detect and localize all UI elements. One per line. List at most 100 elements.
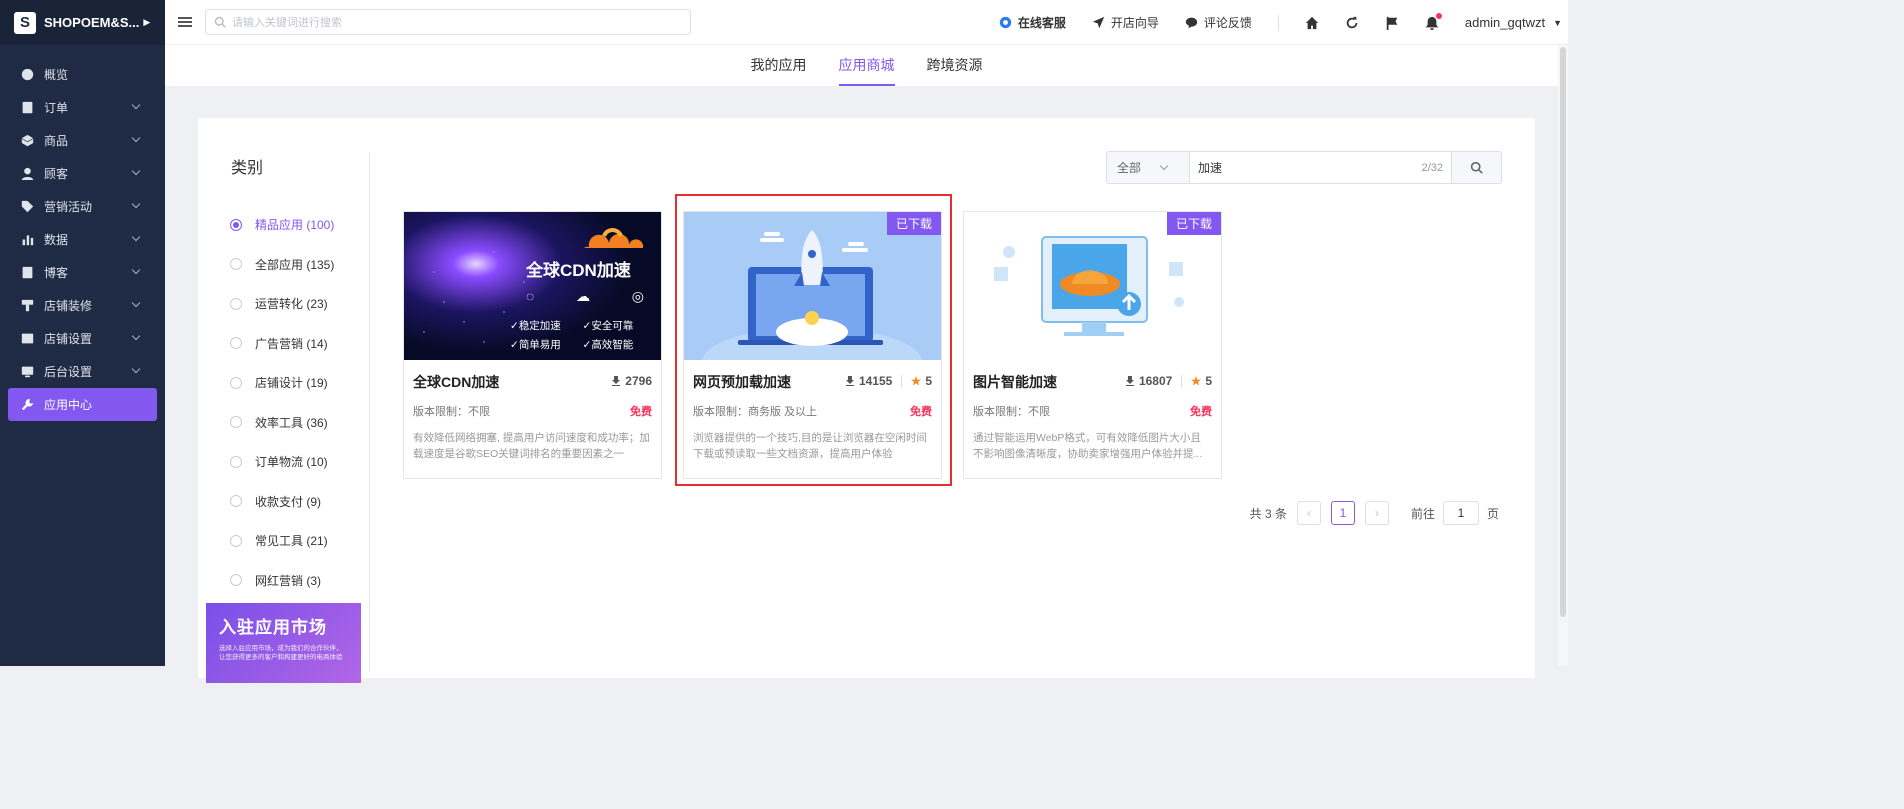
sidebar-item-customers[interactable]: 顾客: [0, 157, 165, 190]
sidebar-item-overview[interactable]: 概览: [0, 58, 165, 91]
next-page-button[interactable]: ›: [1364, 501, 1389, 525]
app-description: 通过智能运用WebP格式，可有效降低图片大小且不影响图像清晰度，协助卖家增强用户…: [973, 432, 1203, 460]
sidebar-item-store-design[interactable]: 店铺装修: [0, 289, 165, 322]
category-radio[interactable]: 订单物流 (10): [230, 442, 334, 482]
brush-icon: [20, 299, 34, 313]
sidebar-item-marketing[interactable]: 营销活动: [0, 190, 165, 223]
category-radio[interactable]: 运营转化 (23): [230, 284, 334, 324]
divider: [1277, 14, 1279, 31]
search-button[interactable]: [1452, 151, 1502, 184]
radio-icon: [230, 337, 242, 350]
bell-icon[interactable]: [1425, 12, 1442, 30]
rating-value: 5: [1205, 374, 1212, 388]
app-thumbnail: 全球CDN加速 ◌ ☁ ◎ ✓稳定加速 ✓安全可靠 ✓简单易用 ✓高效智能: [404, 212, 661, 360]
radio-icon: [230, 534, 242, 547]
sidebar-item-blog[interactable]: 博客: [0, 256, 165, 289]
radio-icon: [230, 218, 242, 231]
feature-item: ✓简单易用: [510, 339, 561, 351]
download-icon: [612, 376, 621, 386]
scope-select[interactable]: 全部: [1106, 151, 1190, 184]
goto-page-input[interactable]: 1: [1442, 501, 1479, 525]
tab-my-apps[interactable]: 我的应用: [751, 45, 807, 86]
sidebar-item-label: 博客: [44, 266, 69, 280]
flag-icon[interactable]: [1385, 16, 1399, 30]
category-radio[interactable]: 广告营销 (14): [230, 324, 334, 364]
brand-name: SHOPOEM&S...: [44, 15, 140, 30]
image-headline: 全球CDN加速: [526, 261, 631, 280]
feature-icons: ◌ ☁ ◎: [526, 288, 644, 305]
divider: [1181, 375, 1183, 387]
order-icon: [20, 101, 34, 115]
user-menu[interactable]: admin_gqtwzt: [1465, 15, 1545, 30]
chevron-down-icon: [131, 166, 141, 176]
category-radio[interactable]: 常见工具 (21): [230, 521, 334, 561]
category-radio[interactable]: 精品应用 (100): [230, 205, 334, 245]
page-scrollbar[interactable]: [1558, 45, 1568, 666]
store-icon: [20, 332, 34, 346]
category-label: 精品应用 (100): [255, 218, 335, 233]
download-count: 2796: [625, 374, 652, 388]
chevron-down-icon: [131, 133, 141, 143]
global-search-input[interactable]: 请输入关键词进行搜索: [205, 9, 691, 35]
search-icon: [214, 16, 226, 28]
menu-toggle-icon[interactable]: [178, 15, 192, 29]
join-market-banner[interactable]: 入驻应用市场 选择入驻应用市场，成为我们的合作伙伴，让您获得更多的客户和构建更好…: [206, 603, 361, 683]
sidebar-item-label: 订单: [44, 101, 69, 115]
category-radio[interactable]: 收款支付 (9): [230, 482, 334, 522]
price-label: 免费: [630, 406, 652, 418]
home-icon[interactable]: [1305, 16, 1319, 30]
blog-icon: [20, 266, 34, 280]
app-title: 全球CDN加速: [413, 374, 500, 390]
sidebar-item-store-settings[interactable]: 店铺设置: [0, 322, 165, 355]
tab-cross-border[interactable]: 跨境资源: [927, 45, 983, 86]
sidebar-item-data[interactable]: 数据: [0, 223, 165, 256]
settings-icon: [20, 365, 34, 379]
sidebar-item-products[interactable]: 商品: [0, 124, 165, 157]
sidebar-item-admin-settings[interactable]: 后台设置: [0, 355, 165, 388]
prev-page-button[interactable]: ‹: [1296, 501, 1321, 525]
version-limit: 版本限制：不限: [413, 406, 490, 418]
category-title: 类别: [231, 160, 264, 177]
sidebar-item-orders[interactable]: 订单: [0, 91, 165, 124]
brand-switcher[interactable]: S SHOPOEM&S... ▶: [0, 0, 165, 45]
caret-down-icon[interactable]: ▼: [1553, 18, 1562, 28]
category-radio[interactable]: 店铺设计 (19): [230, 363, 334, 403]
topbar: 请输入关键词进行搜索 在线客服 开店向导 评论反馈 admin_gqtwzt ▼: [165, 0, 1568, 45]
page-number[interactable]: 1: [1330, 501, 1355, 525]
chevron-right-icon: ▶: [143, 17, 151, 27]
chart-icon: [20, 233, 34, 247]
feedback-button[interactable]: 评论反馈: [1185, 14, 1252, 31]
paper-plane-icon: [1092, 16, 1105, 29]
online-service-label: 在线客服: [1017, 16, 1066, 30]
app-card[interactable]: 全球CDN加速 ◌ ☁ ◎ ✓稳定加速 ✓安全可靠 ✓简单易用 ✓高效智能 全球CD…: [403, 211, 662, 479]
category-radio[interactable]: 效率工具 (36): [230, 403, 334, 443]
tab-app-store[interactable]: 应用商城: [838, 45, 895, 86]
category-label: 店铺设计 (19): [255, 376, 328, 391]
dashboard-icon: [20, 68, 34, 82]
sidebar-item-label: 营销活动: [44, 200, 93, 214]
app-search: 全部 加速 2/32: [1106, 151, 1502, 184]
app-title: 图片智能加速: [973, 374, 1057, 390]
app-card[interactable]: 已下载 图片智能加速 16807 5 版本限制：不限 免费 通过智能运用WebP…: [963, 211, 1222, 479]
sidebar: S SHOPOEM&S... ▶ 概览 订单 商品 顾客 营销活动 数据 博客 …: [0, 0, 165, 666]
category-radio[interactable]: 网红营销 (3): [230, 561, 334, 601]
radio-icon: [230, 297, 242, 310]
refresh-icon[interactable]: [1345, 16, 1359, 30]
category-list: 精品应用 (100) 全部应用 (135) 运营转化 (23) 广告营销 (14…: [230, 205, 334, 600]
pagination: 共 3 条 ‹ 1 › 前往 1 页: [1250, 501, 1499, 525]
app-tabs: 我的应用 应用商城 跨境资源: [165, 45, 1568, 86]
customer-icon: [20, 167, 34, 181]
chevron-down-icon: [131, 199, 141, 209]
online-service-button[interactable]: 在线客服: [999, 14, 1066, 31]
sidebar-item-app-center[interactable]: 应用中心: [8, 388, 157, 421]
app-search-input[interactable]: 加速 2/32: [1190, 151, 1452, 184]
radio-icon: [230, 574, 242, 587]
version-limit: 版本限制：不限: [973, 406, 1050, 418]
category-radio[interactable]: 全部应用 (135): [230, 245, 334, 285]
feedback-label: 评论反馈: [1203, 16, 1252, 30]
store-guide-button[interactable]: 开店向导: [1092, 14, 1159, 31]
brand-logo: S: [14, 11, 36, 34]
app-stats: 16807 5: [1125, 374, 1212, 388]
search-query: 加速: [1198, 161, 1223, 175]
top-actions: 在线客服 开店向导 评论反馈 admin_gqtwzt ▼: [999, 0, 1568, 45]
